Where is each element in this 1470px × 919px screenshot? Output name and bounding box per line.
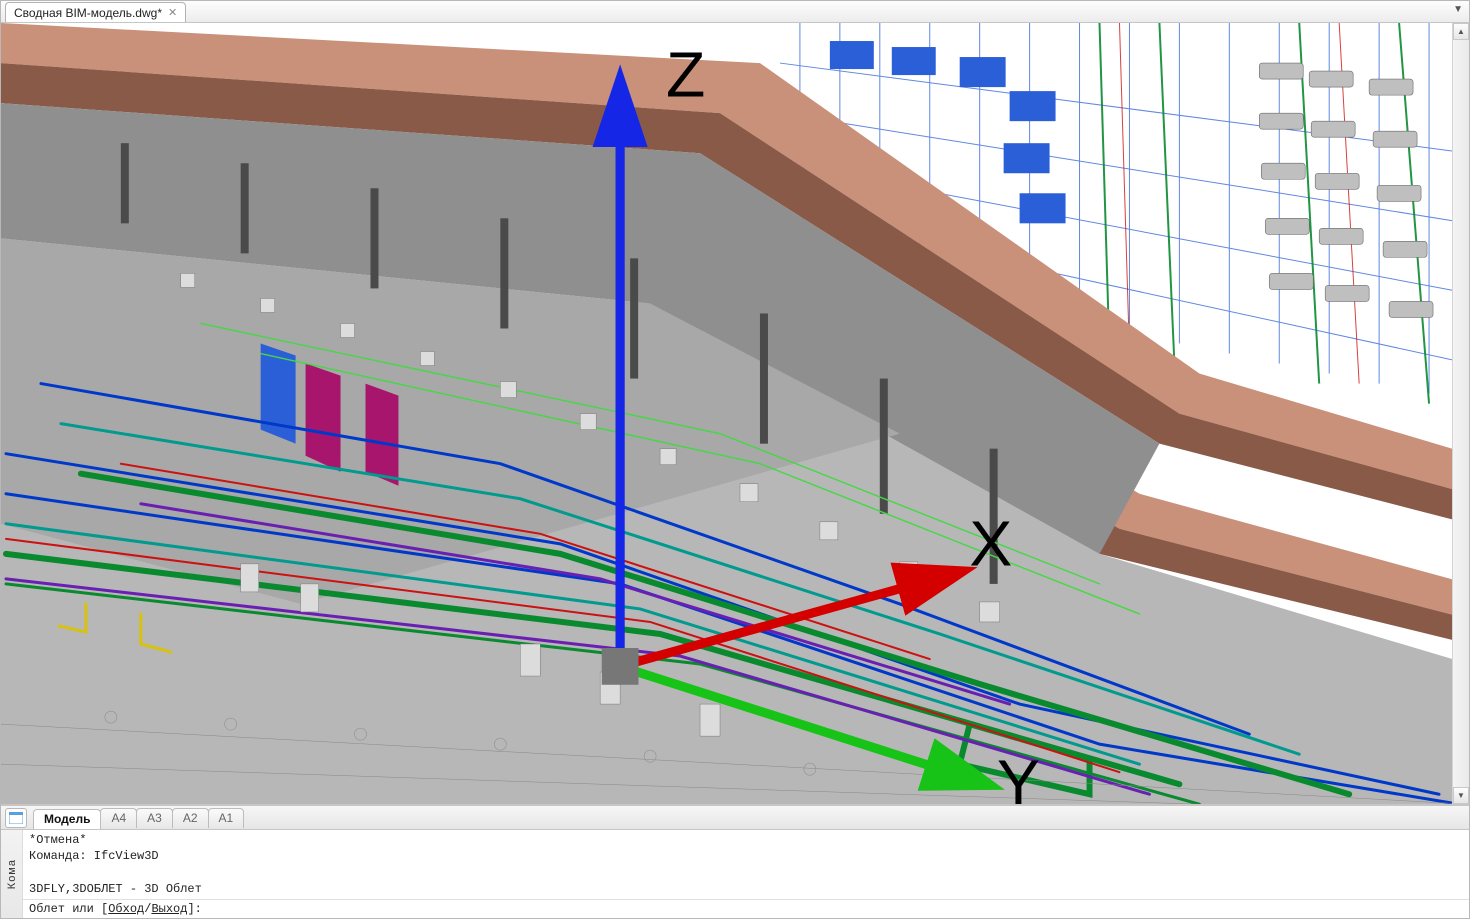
command-option-exit[interactable]: Выход xyxy=(151,902,187,916)
tab-overflow-dropdown-icon[interactable]: ▼ xyxy=(1453,4,1463,15)
command-log: *Отмена* Команда: IfcView3D 3DFLY,3DОБЛЕ… xyxy=(23,830,1469,900)
layout-tab-a1[interactable]: A1 xyxy=(208,808,245,828)
layout-tab-model[interactable]: Модель xyxy=(33,809,101,829)
app-window: Сводная BIM-модель.dwg* ✕ ▼ xyxy=(0,0,1470,919)
close-tab-icon[interactable]: ✕ xyxy=(168,6,177,19)
scroll-up-icon[interactable]: ▲ xyxy=(1453,23,1469,40)
command-prompt-prefix: Облет или [ xyxy=(29,902,108,916)
model-3d-render xyxy=(1,23,1469,804)
viewport-scrollbar-vertical[interactable]: ▲ ▼ xyxy=(1452,23,1469,804)
document-tab-bar: Сводная BIM-модель.dwg* ✕ ▼ xyxy=(1,1,1469,23)
command-panel-gutter: Кома xyxy=(1,830,23,918)
command-option-walk[interactable]: Обход xyxy=(108,902,144,916)
document-tab-title: Сводная BIM-модель.dwg* xyxy=(14,6,162,20)
layout-tab-a3[interactable]: A3 xyxy=(136,808,173,828)
command-prompt[interactable]: Облет или [Обход/Выход]: xyxy=(23,900,1469,918)
layout-tab-a4[interactable]: A4 xyxy=(100,808,137,828)
layout-tab-bar: Модель A4 A3 A2 A1 xyxy=(1,805,1469,829)
layout-quick-view-icon[interactable] xyxy=(5,808,27,828)
command-panel-gutter-label: Кома xyxy=(6,859,18,889)
layout-tab-a2[interactable]: A2 xyxy=(172,808,209,828)
model-viewport[interactable]: Z X Y ▲ ▼ xyxy=(1,23,1469,805)
command-panel: Кома *Отмена* Команда: IfcView3D 3DFLY,3… xyxy=(1,829,1469,918)
document-tab[interactable]: Сводная BIM-модель.dwg* ✕ xyxy=(5,2,186,22)
scroll-down-icon[interactable]: ▼ xyxy=(1453,787,1469,804)
